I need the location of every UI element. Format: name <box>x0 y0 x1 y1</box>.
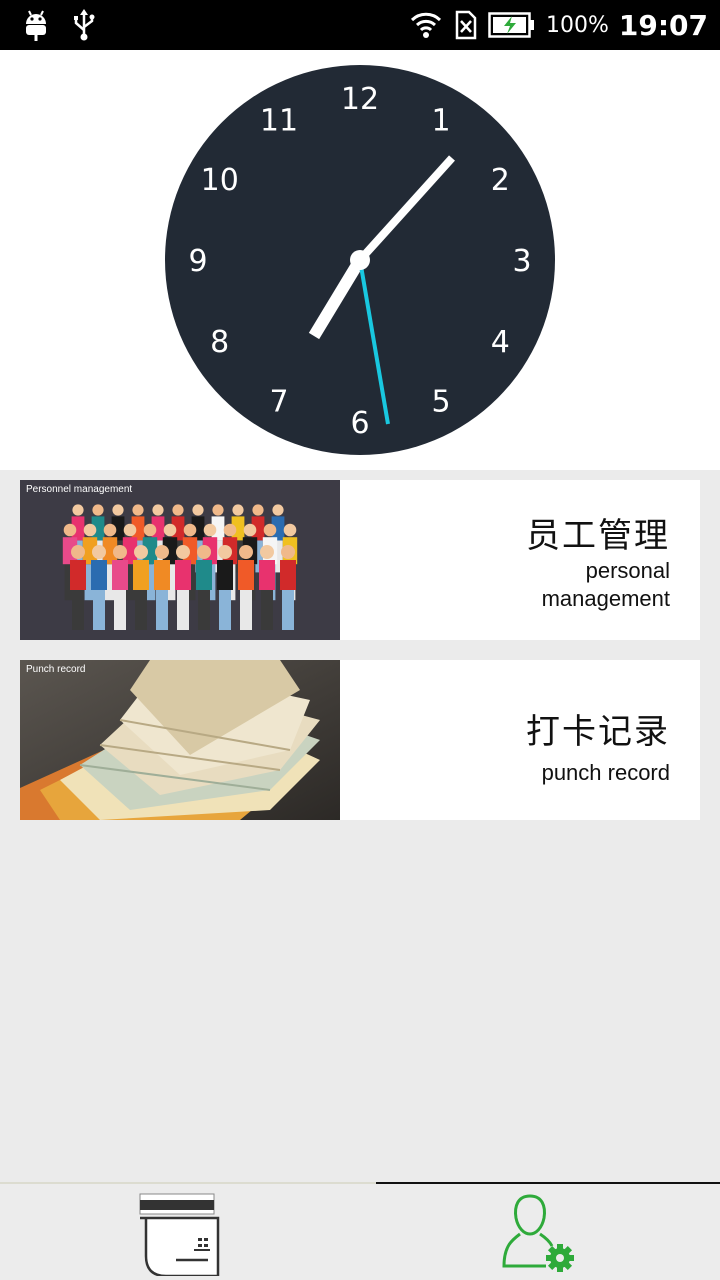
clock-panel: 12 1 2 3 4 5 6 7 8 9 10 11 <box>0 50 720 470</box>
clock-numeral-3: 3 <box>512 244 531 279</box>
punch-record-subtitle: punch record <box>541 760 670 785</box>
battery-percentage: 100% <box>545 12 609 38</box>
punch-record-title: 打卡记录 <box>526 712 670 752</box>
punch-record-image: Punch record <box>20 660 340 820</box>
personnel-caption: Personnel management <box>26 484 133 495</box>
user-settings-icon <box>502 1194 574 1272</box>
punch-record-caption: Punch record <box>26 664 86 675</box>
battery-charging-icon <box>488 12 534 38</box>
gear-icon <box>546 1244 574 1272</box>
status-bar: 100% 19:07 <box>0 0 720 50</box>
status-time: 19:07 <box>618 8 708 42</box>
clock-numeral-1: 1 <box>431 104 450 139</box>
clock-center-pin <box>350 250 370 270</box>
clock-numeral-2: 2 <box>491 163 510 198</box>
tab-user-settings[interactable] <box>360 1184 720 1280</box>
clock-numeral-6: 6 <box>350 406 369 441</box>
analog-clock: 121234567891011 <box>165 65 555 455</box>
clock-numeral-10: 10 <box>201 163 239 198</box>
clock-numeral-5: 5 <box>431 384 450 419</box>
personnel-subtitle-line2: management <box>541 585 670 611</box>
personnel-title: 员工管理 <box>526 515 670 556</box>
clock-numeral-8: 8 <box>210 325 229 360</box>
personnel-image: Personnel management <box>20 480 340 640</box>
punch-record-card[interactable]: Punch record 打卡记录 punch record <box>20 660 700 820</box>
usb-icon <box>74 9 95 41</box>
crowd-illustration <box>20 480 340 640</box>
clock-numeral-4: 4 <box>491 325 510 360</box>
tab-punch-card[interactable] <box>0 1184 360 1280</box>
clock-numeral-7: 7 <box>269 384 288 419</box>
personnel-subtitle-line1: personal <box>585 557 670 583</box>
clock-numeral-11: 11 <box>260 104 298 139</box>
time-card-icon <box>139 1193 220 1276</box>
bottom-navigation <box>0 1182 720 1280</box>
stacked-papers-photo <box>20 660 340 820</box>
android-icon <box>26 10 46 41</box>
clock-numeral-12: 12 <box>341 82 379 117</box>
clock-numeral-9: 9 <box>188 244 207 279</box>
personnel-management-card[interactable]: Personnel management 员工管理 personal manag… <box>20 480 700 640</box>
no-sim-icon <box>455 10 477 40</box>
wifi-icon <box>410 12 442 38</box>
